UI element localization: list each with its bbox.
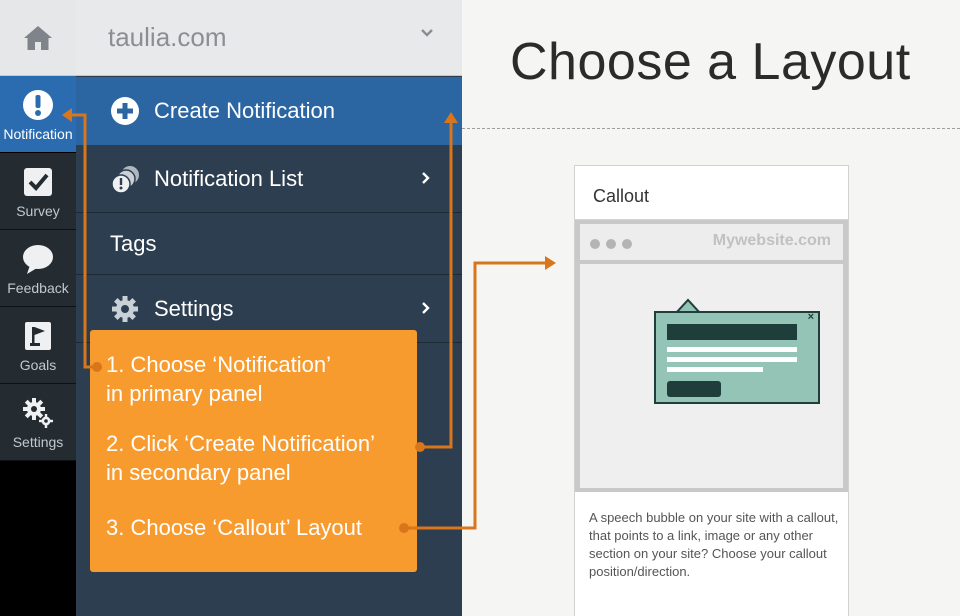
gear-icon [110,294,140,324]
menu-item-notification-list[interactable]: Notification List [76,145,462,213]
domain-selector[interactable]: taulia.com [76,0,462,76]
stacked-circles-icon [110,164,140,194]
chevron-right-icon [422,302,430,314]
browser-dot [606,239,616,249]
page-title: Choose a Layout [510,33,911,91]
browser-bar: Mywebsite.com [580,224,843,260]
rail-item-feedback[interactable]: Feedback [0,230,76,307]
chevron-down-icon [421,29,433,37]
step-text: 1. Choose ‘Notification’ [106,352,332,377]
rail-item-goals[interactable]: Goals [0,307,76,384]
rail-item-label: Goals [19,357,57,373]
rail-item-label: Notification [3,126,73,142]
step-text: in secondary panel [106,460,291,485]
callout-text-line [667,357,797,362]
menu-item-label: Create Notification [154,98,335,123]
home-button[interactable] [0,0,76,76]
layout-preview: Mywebsite.com × [575,220,848,492]
callout-text-line [667,367,763,372]
flag-icon [24,319,52,353]
card-title: Callout [593,186,650,206]
step-text: 2. Click ‘Create Notification’ [106,431,375,456]
plus-circle-icon [110,96,140,126]
callout-heading-bar [667,324,797,340]
domain-label: taulia.com [108,22,227,52]
dashed-divider [462,128,960,129]
callout-button-shape [667,381,721,397]
primary-rail: Notification Survey Feedback Goals Setti… [0,0,76,616]
browser-dot [590,239,600,249]
home-icon [24,25,52,50]
browser-dot [622,239,632,249]
step-text: in primary panel [106,381,263,406]
menu-item-label: Settings [154,295,234,321]
rail-item-survey[interactable]: Survey [0,153,76,230]
instruction-step-2: 2. Click ‘Create Notification’ in second… [106,429,375,487]
close-icon: × [807,311,814,323]
rail-item-label: Survey [16,203,60,219]
rail-item-label: Feedback [7,280,69,296]
menu-item-create-notification[interactable]: Create Notification [76,77,462,145]
rail-item-label: Settings [12,434,64,450]
rail-item-settings[interactable]: Settings [0,384,76,461]
browser-body: × [580,264,843,488]
menu-item-label: Notification List [154,165,304,191]
instruction-step-3: 3. Choose ‘Callout’ Layout [106,513,362,542]
chevron-right-icon [422,172,430,184]
rail-item-notification[interactable]: Notification [0,76,76,152]
exclamation-circle-icon [22,88,54,122]
content-area: Choose a Layout Callout Mywebsite.com × [462,0,960,616]
checkbox-icon [23,165,53,199]
callout-text-line [667,347,797,352]
layout-card-callout[interactable]: Callout Mywebsite.com × A speech bubble … [574,165,849,616]
site-label: Mywebsite.com [712,232,831,249]
gears-icon [22,396,54,430]
instruction-step-1: 1. Choose ‘Notification’ in primary pane… [106,350,331,408]
card-description: A speech bubble on your site with a call… [589,510,839,579]
callout-bubble: × [654,311,820,404]
menu-item-label: Tags [110,230,157,256]
instruction-panel: 1. Choose ‘Notification’ in primary pane… [90,330,417,572]
speech-bubble-icon [22,242,54,276]
step-text: 3. Choose ‘Callout’ Layout [106,515,363,540]
menu-item-tags[interactable]: Tags [76,213,462,275]
